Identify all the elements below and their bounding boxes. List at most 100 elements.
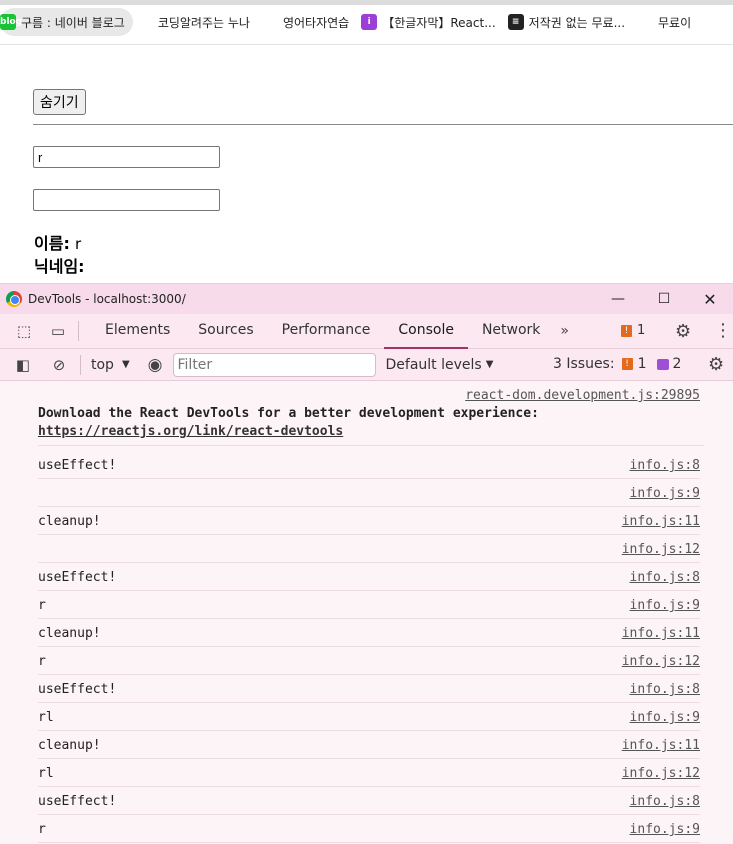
caret-down-icon: ▼ — [485, 359, 494, 370]
log-source-link[interactable]: info.js:9 — [630, 598, 700, 613]
tab-performance[interactable]: Performance — [268, 314, 385, 349]
maximize-button[interactable]: ☐ — [641, 284, 687, 314]
console-settings-gear-icon[interactable]: ⚙ — [708, 354, 724, 375]
fire-icon: ● — [261, 14, 278, 30]
nickname-input[interactable] — [33, 189, 220, 211]
issues-badge-count: 1 — [637, 323, 646, 338]
more-options-icon[interactable]: ⋮ — [714, 320, 732, 341]
bookmark-label: 구름 : 네이버 블로그 — [21, 15, 125, 30]
log-source-link[interactable]: info.js:12 — [622, 542, 700, 557]
tab-console[interactable]: Console — [384, 314, 468, 349]
sidebar-toggle-icon[interactable]: ◧ — [12, 354, 34, 376]
console-log-row: rl info.js:12 — [38, 759, 700, 787]
log-source-link[interactable]: info.js:11 — [622, 626, 700, 641]
bookmarks-bar: blog 구름 : 네이버 블로그 {:} 코딩알려주는 누나 ● 영어타자연습… — [0, 0, 733, 45]
log-source-link[interactable]: info.js:8 — [630, 682, 700, 697]
nickname-label: 닉네임: — [34, 257, 85, 276]
message-text: Download the React DevTools for a better… — [38, 406, 539, 421]
bookmark-react-course[interactable]: i 【한글자막】React... — [359, 8, 503, 36]
devtools-link[interactable]: https://reactjs.org/link/react-devtools — [38, 424, 700, 442]
log-text: cleanup! — [38, 626, 101, 641]
settings-gear-icon[interactable]: ⚙ — [675, 321, 691, 342]
console-log-row: r info.js:9 — [38, 591, 700, 619]
bookmark-coding[interactable]: {:} 코딩알려주는 누나 — [135, 8, 258, 36]
log-text: r — [38, 654, 46, 669]
log-text: useEffect! — [38, 794, 117, 809]
bookmark-blog[interactable]: blog 구름 : 네이버 블로그 — [0, 8, 133, 36]
log-levels-dropdown[interactable]: Default levels ▼ — [386, 357, 494, 373]
log-source-link[interactable]: info.js:9 — [630, 710, 700, 725]
log-text: useEffect! — [38, 682, 117, 697]
inspect-element-icon[interactable]: ⬚ — [12, 319, 36, 343]
log-source-link[interactable]: info.js:12 — [622, 766, 700, 781]
log-source-link[interactable]: info.js:8 — [630, 570, 700, 585]
console-log-row: cleanup! info.js:11 — [38, 507, 700, 535]
console-log-row: useEffect! info.js:8 — [38, 787, 700, 815]
divider — [38, 445, 704, 446]
name-input[interactable] — [33, 146, 220, 168]
log-source-link[interactable]: info.js:12 — [622, 654, 700, 669]
log-source-link[interactable]: info.js:11 — [622, 514, 700, 529]
devtools-titlebar: DevTools - localhost:3000/ — ☐ ✕ — [0, 284, 733, 314]
bookmark-label: 코딩알려주는 누나 — [157, 15, 250, 30]
name-display: 이름: r — [34, 230, 81, 254]
name-value: r — [74, 235, 82, 253]
issues-counter[interactable]: 3 Issues: ! 1 2 — [553, 356, 681, 372]
console-log-row: info.js:9 — [38, 479, 700, 507]
console-toolbar: ◧ ⊘ top ▼ ◉ Default levels ▼ 3 Issues: !… — [0, 349, 733, 381]
live-expression-eye-icon[interactable]: ◉ — [148, 355, 163, 375]
v-logo-icon: ▼ — [637, 14, 654, 30]
issues-badge[interactable]: ! 1 — [621, 323, 645, 338]
issues-warn-count: 1 — [637, 356, 647, 372]
console-output[interactable]: react-dom.development.js:29895 Download … — [0, 381, 733, 844]
warning-icon: ! — [621, 358, 633, 370]
warning-icon: ! — [621, 324, 632, 337]
separator — [80, 354, 81, 375]
source-link[interactable]: react-dom.development.js:29895 — [38, 388, 700, 406]
log-source-link[interactable]: info.js:8 — [630, 458, 700, 473]
log-source-link[interactable]: info.js:9 — [630, 486, 700, 501]
hide-button[interactable]: 숨기기 — [33, 89, 86, 115]
react-devtools-message: react-dom.development.js:29895 Download … — [38, 388, 700, 442]
device-toolbar-icon[interactable]: ▭ — [46, 319, 70, 343]
console-log-row: cleanup! info.js:11 — [38, 619, 700, 647]
devtools-tab-bar: ⬚ ▭ Elements Sources Performance Console… — [0, 314, 733, 349]
bookmark-free2[interactable]: ▼ 무료이 — [635, 8, 699, 36]
bookmark-typing[interactable]: ● 영어타자연습 — [260, 8, 357, 36]
issues-msg-count: 2 — [672, 356, 682, 372]
chrome-icon — [6, 291, 22, 307]
clear-console-icon[interactable]: ⊘ — [48, 354, 70, 376]
context-selector[interactable]: top ▼ — [91, 357, 130, 373]
log-text: cleanup! — [38, 514, 101, 529]
bookmark-label: 영어타자연습 — [282, 15, 350, 30]
log-text: r — [38, 822, 46, 837]
issues-label: 3 Issues: — [553, 356, 615, 372]
tab-sources[interactable]: Sources — [184, 314, 267, 349]
info-icon: i — [361, 14, 378, 30]
document-icon: ≡ — [507, 14, 524, 30]
log-text: rl — [38, 766, 54, 781]
log-text: cleanup! — [38, 738, 101, 753]
separator — [78, 321, 79, 341]
log-source-link[interactable]: info.js:9 — [630, 822, 700, 837]
bookmark-free[interactable]: ≡ 저작권 없는 무료... — [506, 8, 633, 36]
console-log-row: useEffect! info.js:8 — [38, 675, 700, 703]
minimize-button[interactable]: — — [595, 284, 641, 314]
nickname-display: 닉네임: — [34, 253, 85, 277]
filter-input[interactable] — [172, 352, 376, 377]
divider — [33, 124, 733, 125]
levels-label: Default levels — [385, 356, 482, 373]
log-source-link[interactable]: info.js:8 — [630, 794, 700, 809]
bookmark-label: 【한글자막】React... — [382, 15, 496, 30]
console-log-row: info.js:12 — [38, 535, 700, 563]
log-text: useEffect! — [38, 458, 117, 473]
page-content: 숨기기 이름: r 닉네임: — [0, 45, 733, 283]
tab-elements[interactable]: Elements — [91, 314, 184, 349]
console-log-row: useEffect! info.js:8 — [38, 563, 700, 591]
devtools-title: DevTools - localhost:3000/ — [28, 292, 186, 306]
log-text: r — [38, 598, 46, 613]
tab-network[interactable]: Network — [468, 314, 554, 349]
log-source-link[interactable]: info.js:11 — [622, 738, 700, 753]
close-button[interactable]: ✕ — [687, 284, 733, 314]
more-tabs-icon[interactable]: » — [554, 323, 575, 339]
